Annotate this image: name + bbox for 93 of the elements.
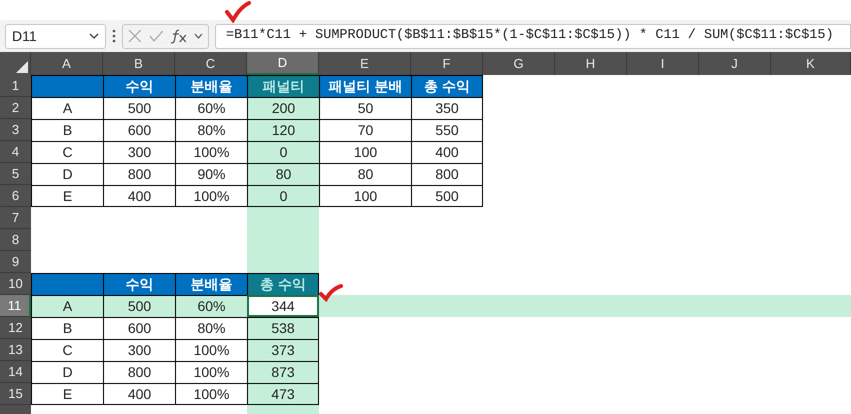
triangle-icon: [16, 61, 28, 73]
table-cell[interactable]: 100%: [175, 339, 247, 361]
table-cell[interactable]: 60%: [175, 97, 247, 119]
table-cell[interactable]: 100%: [175, 185, 247, 207]
table-cell[interactable]: 100%: [175, 141, 247, 163]
row-header[interactable]: 12: [0, 317, 31, 339]
table-cell[interactable]: 300: [103, 339, 175, 361]
check-mark-icon: [224, 1, 252, 23]
header-cell[interactable]: 총 수익: [247, 273, 319, 295]
table-cell[interactable]: 600: [103, 119, 175, 141]
table-cell[interactable]: A: [31, 295, 103, 317]
table-cell[interactable]: 200: [247, 97, 319, 119]
table-cell[interactable]: 80: [247, 163, 319, 185]
table-cell[interactable]: E: [31, 185, 103, 207]
table-cell[interactable]: 400: [103, 383, 175, 405]
table-cell[interactable]: 80%: [175, 119, 247, 141]
row-header[interactable]: 13: [0, 339, 31, 361]
highlighted-cell[interactable]: [771, 295, 851, 317]
row-header[interactable]: 10: [0, 273, 31, 295]
table-cell[interactable]: 873: [247, 361, 319, 383]
row-header[interactable]: 4: [0, 141, 31, 163]
row-header[interactable]: 5: [0, 163, 31, 185]
row-header[interactable]: 15: [0, 383, 31, 405]
row-header[interactable]: 14: [0, 361, 31, 383]
row-header[interactable]: [0, 405, 31, 414]
name-box[interactable]: D11: [5, 24, 106, 48]
row-header[interactable]: 8: [0, 229, 31, 251]
table-cell[interactable]: 800: [411, 163, 483, 185]
row-header[interactable]: 2: [0, 97, 31, 119]
table-cell[interactable]: 50: [319, 97, 411, 119]
table-cell[interactable]: A: [31, 97, 103, 119]
table-cell[interactable]: D: [31, 361, 103, 383]
table-cell[interactable]: 473: [247, 383, 319, 405]
table-cell[interactable]: 500: [103, 295, 175, 317]
check-icon[interactable]: [148, 30, 164, 42]
formula-field[interactable]: =B11*C11 + SUMPRODUCT($B$11:$B$15*(1-$C$11:$C$15)) * C11 / SUM($C$11:$C$15): [215, 24, 851, 48]
table-cell[interactable]: 600: [103, 317, 175, 339]
table-cell[interactable]: 500: [103, 97, 175, 119]
table-cell[interactable]: 400: [411, 141, 483, 163]
check-mark-icon: [318, 283, 344, 302]
header-cell[interactable]: 수익: [103, 75, 175, 97]
table-cell[interactable]: 60%: [175, 295, 247, 317]
table-cell[interactable]: 70: [319, 119, 411, 141]
table-cell[interactable]: 350: [411, 97, 483, 119]
highlighted-cell[interactable]: [247, 251, 319, 273]
table-cell[interactable]: 100: [319, 141, 411, 163]
row-header[interactable]: 1: [0, 75, 31, 97]
table-cell[interactable]: 538: [247, 317, 319, 339]
table-cell[interactable]: 100: [319, 185, 411, 207]
function-icon[interactable]: [170, 28, 188, 44]
highlighted-cell[interactable]: [247, 207, 319, 229]
table-cell[interactable]: 120: [247, 119, 319, 141]
table-cell[interactable]: 100%: [175, 383, 247, 405]
table-cell[interactable]: 800: [103, 361, 175, 383]
row-header[interactable]: 7: [0, 207, 31, 229]
header-cell[interactable]: 패널티 분배: [319, 75, 411, 97]
cancel-icon[interactable]: [128, 29, 142, 43]
table-cell[interactable]: C: [31, 141, 103, 163]
table-cell[interactable]: 90%: [175, 163, 247, 185]
table-cell[interactable]: D: [31, 163, 103, 185]
table-cell[interactable]: 300: [103, 141, 175, 163]
table-cell[interactable]: 550: [411, 119, 483, 141]
highlighted-cell[interactable]: [319, 295, 411, 317]
header-cell[interactable]: 총 수익: [411, 75, 483, 97]
table-cell[interactable]: 0: [247, 185, 319, 207]
active-cell[interactable]: 344: [247, 295, 319, 317]
header-cell[interactable]: 분배율: [175, 75, 247, 97]
table-cell[interactable]: C: [31, 339, 103, 361]
table-cell[interactable]: 80%: [175, 317, 247, 339]
header-cell[interactable]: [31, 273, 103, 295]
highlighted-cell[interactable]: [247, 405, 319, 414]
row-header[interactable]: 3: [0, 119, 31, 141]
header-cell[interactable]: 수익: [103, 273, 175, 295]
table-cell[interactable]: 0: [247, 141, 319, 163]
dropdown-icon: [89, 33, 99, 39]
table-cell[interactable]: E: [31, 383, 103, 405]
row-header[interactable]: 11: [0, 295, 31, 317]
table-cell[interactable]: 80: [319, 163, 411, 185]
table-cell[interactable]: B: [31, 119, 103, 141]
more-options-icon[interactable]: [112, 29, 116, 43]
table-cell[interactable]: 500: [411, 185, 483, 207]
table-cell[interactable]: 400: [103, 185, 175, 207]
table-cell[interactable]: 800: [103, 163, 175, 185]
row-header[interactable]: 6: [0, 185, 31, 207]
table-cell[interactable]: 100%: [175, 361, 247, 383]
table-cell[interactable]: 373: [247, 339, 319, 361]
dropdown-icon[interactable]: [194, 33, 204, 39]
header-cell[interactable]: 패널티: [247, 75, 319, 97]
column-header[interactable]: D: [247, 52, 319, 75]
header-cell[interactable]: 분배율: [175, 273, 247, 295]
header-cell[interactable]: [31, 75, 103, 97]
table-cell[interactable]: B: [31, 317, 103, 339]
row-header[interactable]: 9: [0, 251, 31, 273]
